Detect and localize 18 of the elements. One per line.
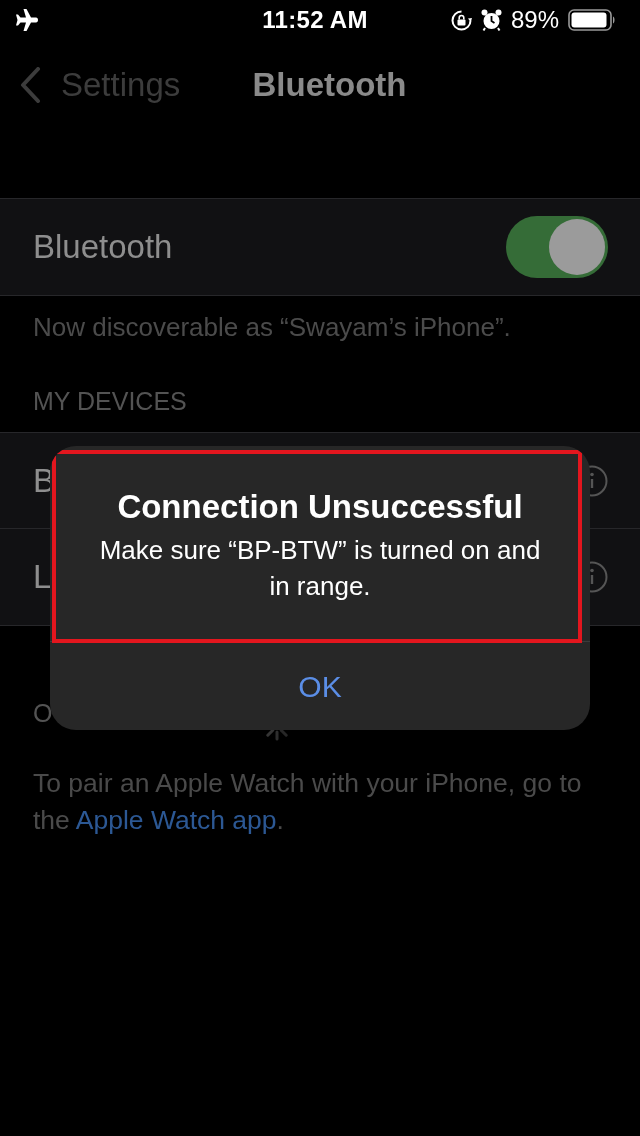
chevron-left-icon: [19, 67, 41, 103]
back-button[interactable]: Settings: [19, 60, 181, 110]
watch-pairing-note: To pair an Apple Watch with your iPhone, go to the Apple Watch app.: [32, 767, 583, 837]
battery-icon: [568, 9, 616, 31]
alarm-clock-icon: [480, 9, 502, 31]
discoverable-note: Now discoverable as “Swayam’s iPhone”.: [32, 311, 512, 344]
status-time: 11:52 AM: [262, 5, 368, 35]
page-title: Bluetooth: [252, 65, 407, 106]
alert-title: Connection Unsuccessful: [116, 487, 524, 527]
airplane-mode-icon: [14, 9, 38, 31]
section-header: MY DEVICES: [33, 385, 187, 417]
device-name: L: [33, 557, 52, 598]
bluetooth-label: Bluetooth: [33, 227, 173, 268]
section-header: O: [33, 698, 53, 729]
battery-percentage: 89%: [510, 5, 559, 35]
alert-message: Make sure “BP-BTW” is turned on and in range.: [98, 534, 542, 603]
apple-watch-app-link[interactable]: Apple Watch app: [75, 805, 277, 835]
rotation-lock-icon: [450, 9, 472, 31]
